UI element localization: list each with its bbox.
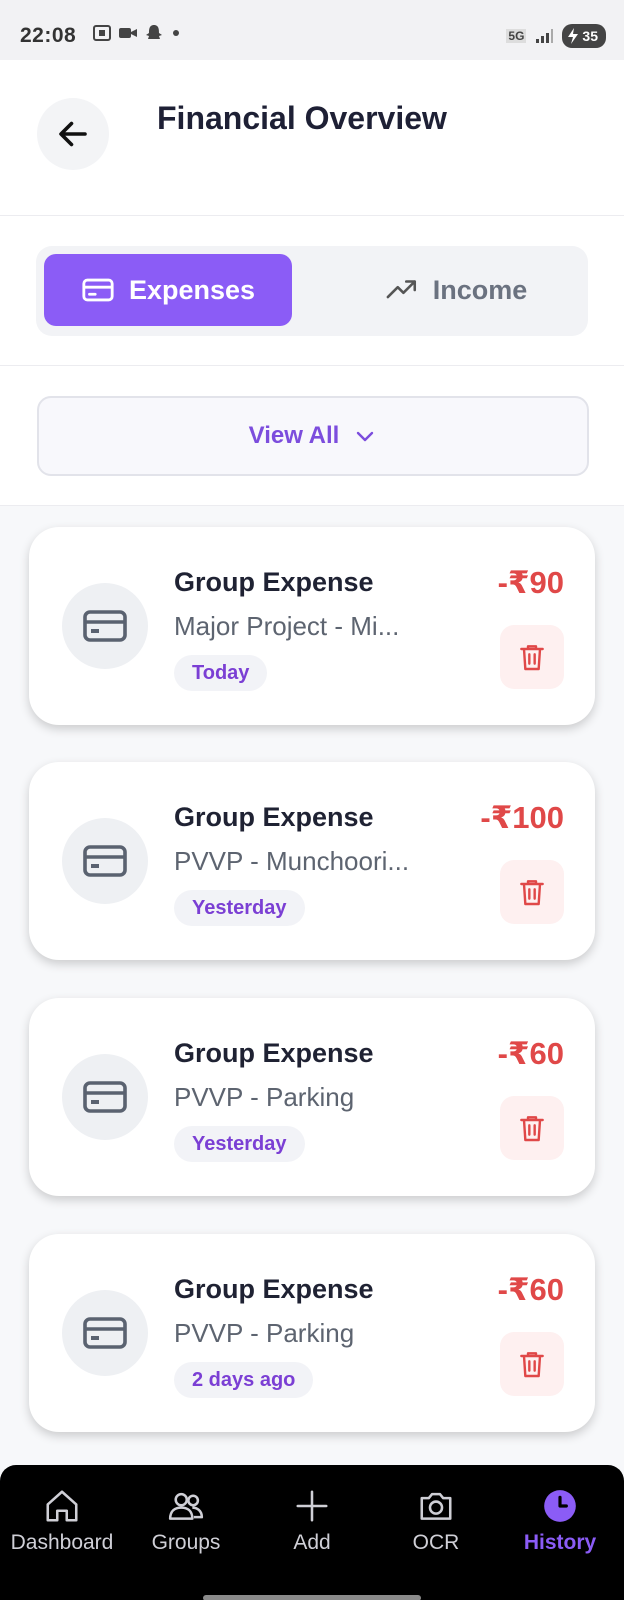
trash-icon <box>520 645 544 671</box>
date-badge: 2 days ago <box>174 1362 314 1398</box>
nav-dashboard-label: Dashboard <box>10 1531 114 1554</box>
transaction-card[interactable]: Group Expense PVVP - Parking Yesterday -… <box>29 998 595 1196</box>
tab-expenses-label: Expenses <box>128 274 256 305</box>
date-badge: Yesterday <box>174 1126 305 1162</box>
transaction-amount: -₹90 <box>497 565 564 600</box>
home-indicator <box>203 1595 421 1600</box>
view-all-label: View All <box>248 422 340 449</box>
tab-income-label: Income <box>432 274 528 305</box>
home-icon <box>46 1490 78 1522</box>
card-icon-circle <box>62 1054 148 1140</box>
tab-expenses[interactable]: Expenses <box>44 254 292 326</box>
transaction-subtitle: Major Project - Mi... <box>174 611 400 641</box>
transaction-subtitle: PVVP - Parking <box>174 1082 355 1112</box>
screenshot-icon <box>93 25 111 41</box>
nav-ocr[interactable]: OCR <box>376 1487 496 1555</box>
card-icon-circle <box>62 1290 148 1376</box>
card-icon-circle <box>62 818 148 904</box>
credit-card-icon <box>83 845 127 877</box>
dot-icon <box>173 30 179 36</box>
status-time: 22:08 <box>20 24 77 47</box>
date-badge: Today <box>174 655 268 691</box>
signal-icon <box>536 29 554 43</box>
tab-income[interactable]: Income <box>332 254 580 326</box>
tab-switcher: Expenses Income <box>36 246 588 336</box>
delete-button[interactable] <box>500 1332 564 1396</box>
page-title: Financial Overview <box>157 100 447 136</box>
filter-section: View All <box>0 366 624 506</box>
clock-icon <box>544 1490 576 1522</box>
chevron-down-icon <box>357 431 374 442</box>
transaction-amount: -₹60 <box>497 1036 564 1071</box>
video-off-icon <box>119 28 137 38</box>
nav-history-label: History <box>523 1531 597 1554</box>
back-button[interactable] <box>37 98 109 170</box>
battery-indicator: 35 <box>562 24 606 48</box>
credit-card-icon <box>82 278 114 302</box>
plus-icon <box>296 1490 328 1522</box>
transaction-title: Group Expense <box>174 1038 374 1068</box>
nav-add-label: Add <box>293 1531 331 1554</box>
transaction-card[interactable]: Group Expense PVVP - Parking 2 days ago … <box>29 1234 595 1432</box>
transaction-amount: -₹100 <box>480 800 564 835</box>
camera-icon <box>420 1492 452 1520</box>
card-icon-circle <box>62 583 148 669</box>
date-badge: Yesterday <box>174 890 305 926</box>
arrow-left-icon <box>59 121 87 147</box>
transaction-title: Group Expense <box>174 1274 374 1304</box>
tabs-section: Expenses Income <box>0 216 624 366</box>
delete-button[interactable] <box>500 625 564 689</box>
trash-icon <box>520 1116 544 1142</box>
transaction-title: Group Expense <box>174 567 374 597</box>
delete-button[interactable] <box>500 860 564 924</box>
nav-add[interactable]: Add <box>252 1487 372 1555</box>
transaction-card[interactable]: Group Expense PVVP - Munchoori... Yester… <box>29 762 595 960</box>
battery-level: 35 <box>582 28 598 44</box>
nav-dashboard[interactable]: Dashboard <box>2 1487 122 1555</box>
nav-ocr-label: OCR <box>412 1531 460 1554</box>
view-all-dropdown[interactable]: View All <box>37 396 589 476</box>
transaction-title: Group Expense <box>174 802 374 832</box>
network-type: 5G <box>506 29 527 43</box>
credit-card-icon <box>83 1317 127 1349</box>
header: Financial Overview <box>0 60 624 216</box>
system-icons: 5G 35 <box>506 24 606 48</box>
credit-card-icon <box>83 1081 127 1113</box>
users-icon <box>168 1492 204 1520</box>
transaction-subtitle: PVVP - Parking <box>174 1318 355 1348</box>
credit-card-icon <box>83 610 127 642</box>
delete-button[interactable] <box>500 1096 564 1160</box>
notification-icons <box>92 24 190 42</box>
trash-icon <box>520 880 544 906</box>
snapchat-icon <box>146 25 162 39</box>
transaction-subtitle: PVVP - Munchoori... <box>174 846 410 876</box>
trash-icon <box>520 1352 544 1378</box>
status-bar: 22:08 5G 35 <box>0 0 624 60</box>
transaction-amount: -₹60 <box>497 1272 564 1307</box>
nav-groups[interactable]: Groups <box>126 1487 246 1555</box>
bottom-nav: Dashboard Groups Add OCR History <box>0 1465 624 1600</box>
nav-history[interactable]: History <box>500 1487 620 1555</box>
charging-icon <box>568 28 579 44</box>
trending-up-icon <box>386 280 416 299</box>
nav-groups-label: Groups <box>151 1531 221 1554</box>
transaction-card[interactable]: Group Expense Major Project - Mi... Toda… <box>29 527 595 725</box>
